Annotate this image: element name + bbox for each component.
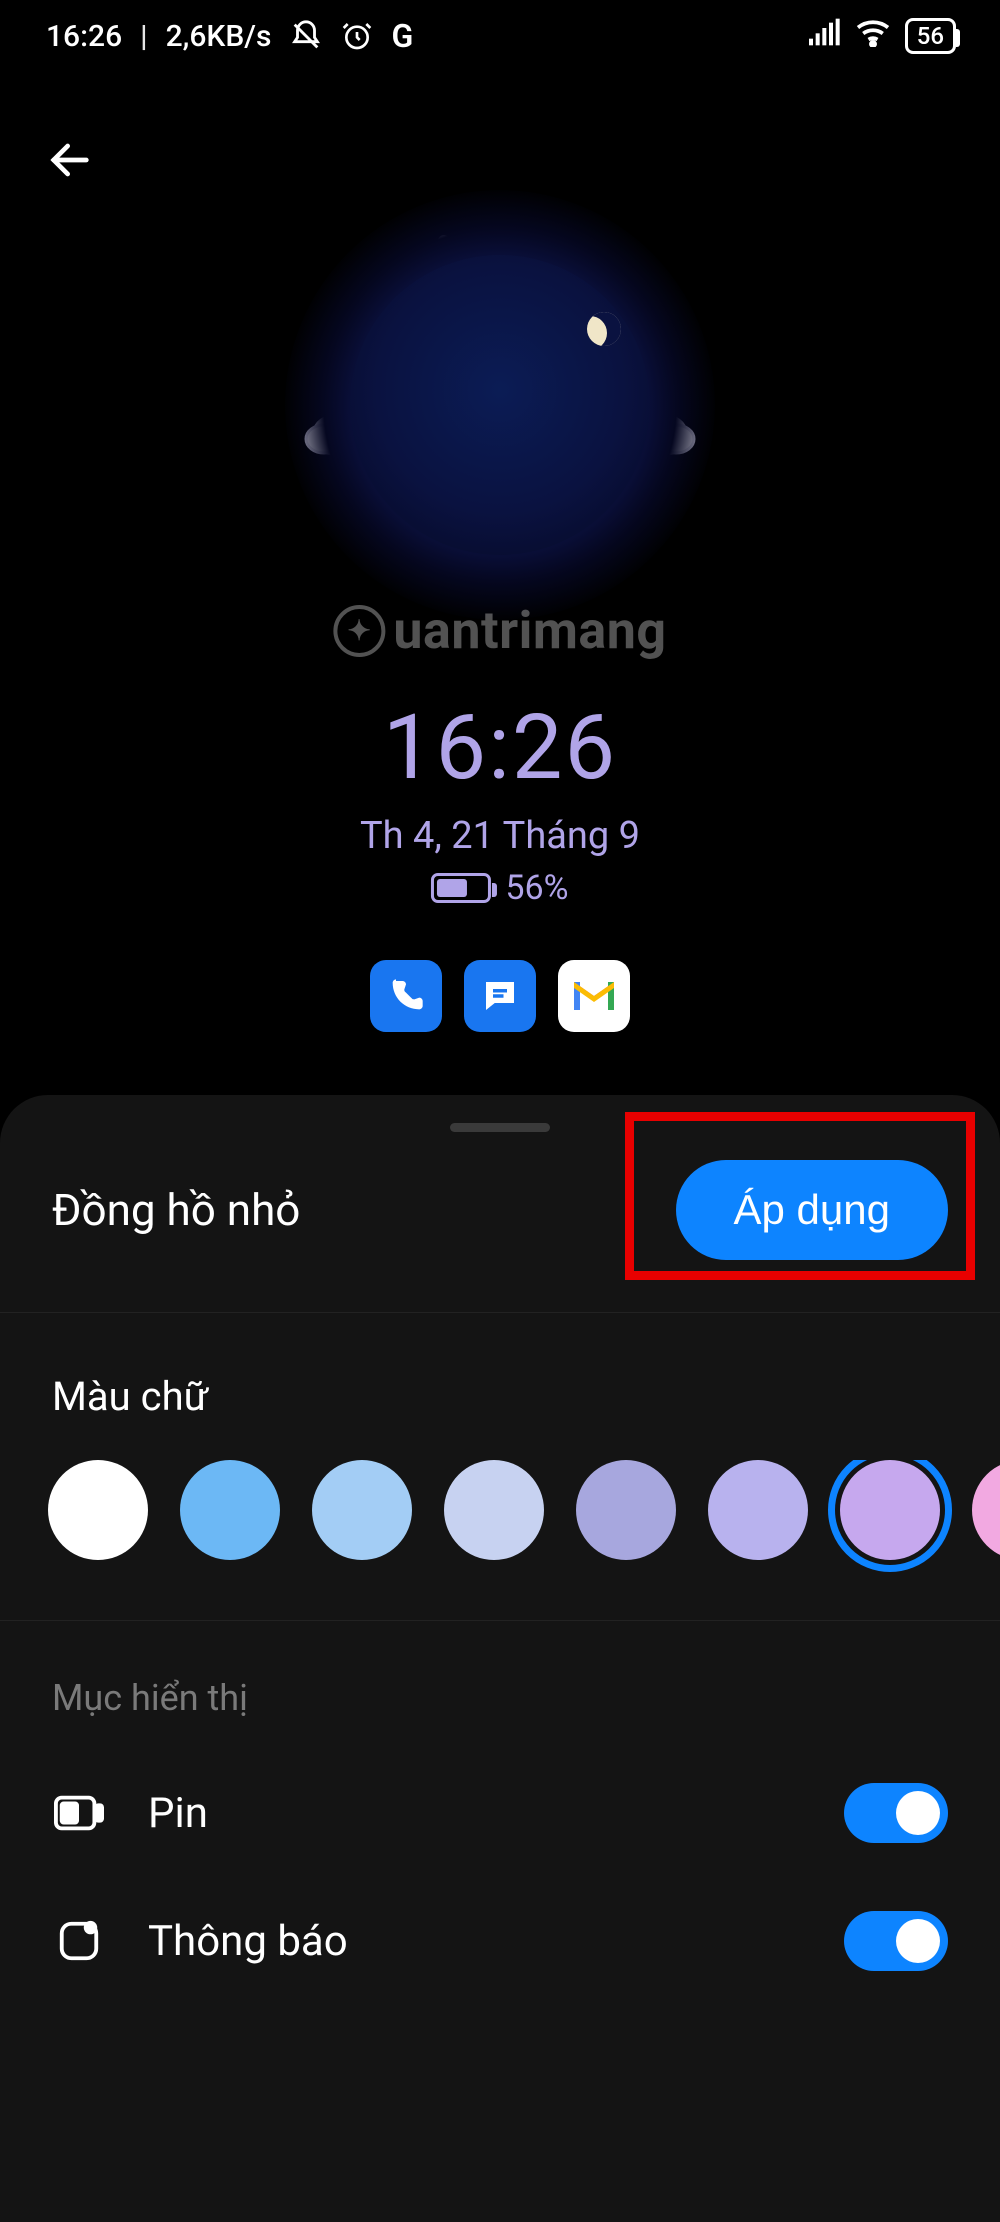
text-color-label: Màu chữ (0, 1313, 1000, 1460)
sheet-header: Đồng hồ nhỏ Áp dụng (0, 1160, 1000, 1313)
battery-percent: 56 (917, 22, 944, 50)
toggle-pin[interactable] (844, 1783, 948, 1843)
battery-outline-icon (52, 1786, 106, 1840)
status-left: 16:26 | 2,6KB/s G (46, 17, 413, 55)
wifi-icon (855, 17, 891, 55)
battery-level-text: 56% (505, 868, 568, 908)
moon-icon (587, 312, 621, 346)
battery-level-icon (431, 873, 491, 903)
aod-preview (0, 190, 1000, 620)
item-label-notif: Thông báo (148, 1917, 348, 1966)
sheet-drag-handle[interactable] (450, 1123, 550, 1132)
color-swatch-1[interactable] (180, 1460, 280, 1560)
phone-app-icon (370, 960, 442, 1032)
notification-outline-icon (52, 1914, 106, 1968)
status-right: 56 (809, 17, 956, 55)
item-label-pin: Pin (148, 1789, 208, 1838)
battery-icon: 56 (905, 18, 956, 54)
alarm-icon (341, 20, 373, 52)
google-icon: G (391, 17, 413, 55)
gmail-app-icon (558, 960, 630, 1032)
item-row-pin: Pin (52, 1749, 948, 1877)
clock-time: 16:26 (383, 695, 617, 800)
status-network-speed: 2,6KB/s (166, 19, 272, 54)
mute-icon (289, 19, 323, 53)
color-swatch-0[interactable] (48, 1460, 148, 1560)
messages-app-icon (464, 960, 536, 1032)
toggle-notif[interactable] (844, 1911, 948, 1971)
color-swatch-7[interactable] (972, 1460, 1000, 1560)
color-swatch-2[interactable] (312, 1460, 412, 1560)
color-swatch-3[interactable] (444, 1460, 544, 1560)
aod-clock: 16:26 Th 4, 21 Tháng 9 56% (360, 695, 640, 908)
color-swatch-5[interactable] (708, 1460, 808, 1560)
color-swatch-row (0, 1460, 1000, 1621)
astronaut-illustration (285, 190, 715, 620)
notification-apps (370, 960, 630, 1032)
clock-battery: 56% (431, 868, 568, 908)
clock-date: Th 4, 21 Tháng 9 (360, 814, 640, 858)
color-swatch-6[interactable] (840, 1460, 940, 1560)
item-row-notif: Thông báo (52, 1877, 948, 2005)
settings-sheet: Đồng hồ nhỏ Áp dụng Màu chữ Mục hiển thị… (0, 1095, 1000, 2222)
status-time: 16:26 (46, 19, 122, 54)
status-separator: | (140, 19, 147, 54)
apply-button[interactable]: Áp dụng (676, 1160, 948, 1260)
display-items-label: Mục hiển thị (52, 1677, 948, 1749)
sheet-title: Đồng hồ nhỏ (52, 1184, 300, 1236)
color-swatch-4[interactable] (576, 1460, 676, 1560)
status-bar: 16:26 | 2,6KB/s G 56 (0, 0, 1000, 72)
signal-icon (809, 18, 841, 54)
back-button[interactable] (40, 130, 100, 190)
